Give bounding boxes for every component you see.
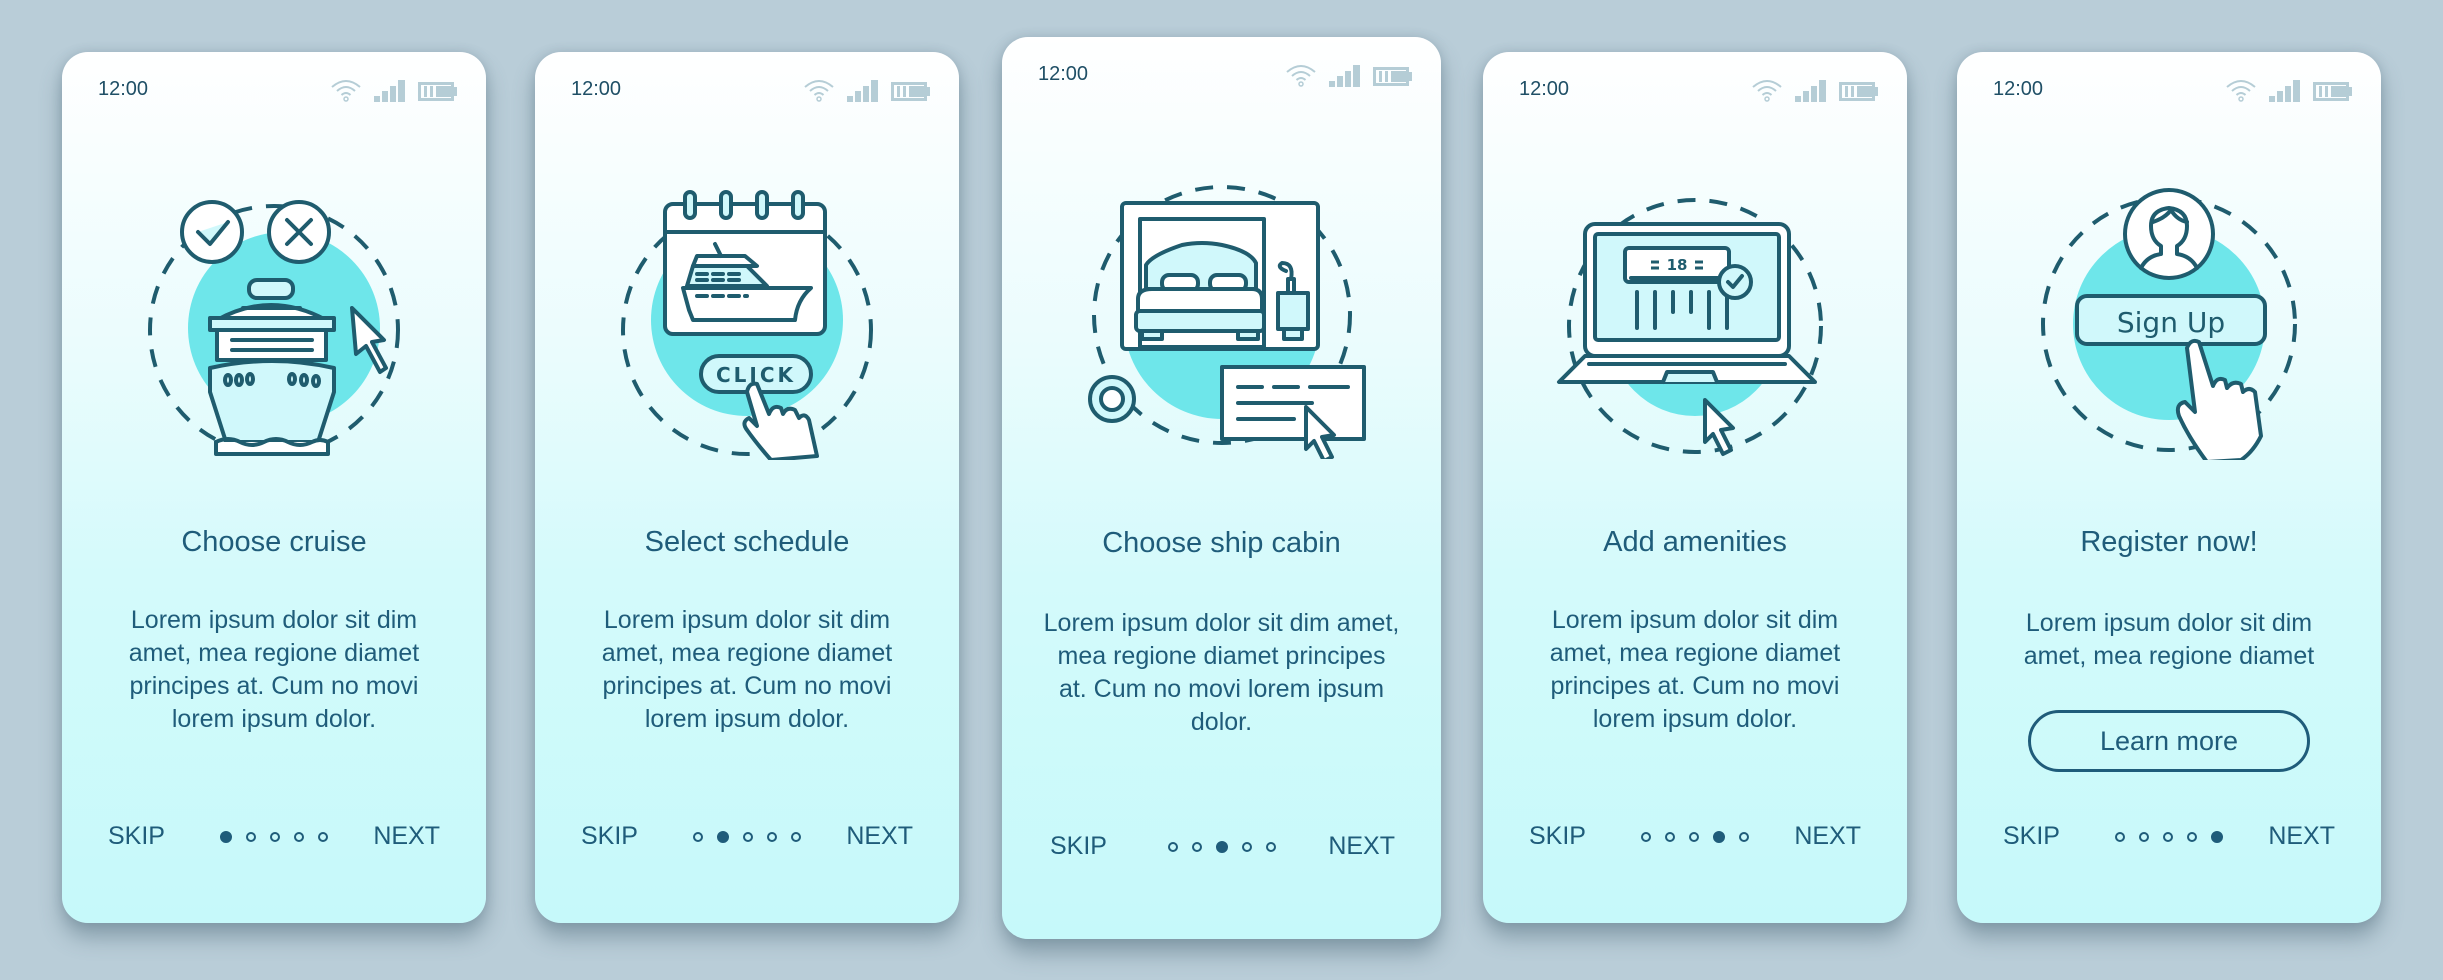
page-dot-1-active[interactable] [220, 831, 232, 843]
laptop-air-conditioner-icon: 18 [1557, 198, 1823, 456]
next-button[interactable]: NEXT [373, 822, 440, 851]
onboarding-footer: SKIP NEXT [1483, 818, 1907, 858]
page-dot-3[interactable] [1689, 832, 1699, 842]
battery-icon [1839, 82, 1878, 101]
status-bar: 12:00 [1993, 78, 2353, 102]
battery-icon [418, 82, 457, 101]
screen-description: Lorem ipsum dolor sit dim amet, mea regi… [128, 606, 420, 733]
screen-description: Lorem ipsum dolor sit dim amet, mea regi… [1549, 606, 1841, 733]
screen-description: Lorem ipsum dolor sit dim amet, mea regi… [601, 606, 893, 733]
learn-more-button[interactable]: Learn more [2028, 710, 2310, 772]
page-dot-2[interactable] [1191, 842, 1202, 852]
page-dot-3-active[interactable] [1215, 841, 1228, 853]
pagination-dots [1167, 841, 1276, 853]
battery-icon [891, 82, 930, 101]
onboarding-screen-4: 12:00 18 Add amenities Lorem ipsum dolor… [1483, 52, 1907, 923]
page-dot-2[interactable] [246, 832, 256, 842]
page-dot-3[interactable] [270, 832, 280, 842]
ship-cabin-bed-icon [1087, 185, 1366, 459]
page-dot-1[interactable] [693, 832, 703, 842]
page-dot-1[interactable] [1641, 832, 1651, 842]
wifi-icon [2226, 80, 2256, 102]
onboarding-screen-2: 12:00 CLICK Select schedule Lorem ipsum … [535, 52, 959, 923]
page-dot-4-active[interactable] [1713, 831, 1725, 843]
next-button[interactable]: NEXT [1794, 822, 1861, 851]
battery-icon [1373, 67, 1412, 86]
signal-icon [374, 80, 405, 102]
calendar-ship-click-icon: CLICK [621, 190, 873, 460]
sign-up-label: Sign Up [2117, 306, 2225, 339]
page-dot-4[interactable] [1241, 842, 1252, 852]
status-bar: 12:00 [571, 78, 931, 102]
pagination-dots [693, 831, 801, 843]
pagination-dots [2115, 831, 2223, 843]
wifi-icon [1752, 80, 1782, 102]
status-bar: 12:00 [1519, 78, 1879, 102]
screen-title: Select schedule [644, 526, 850, 558]
signal-icon [1795, 80, 1826, 102]
page-dot-1[interactable] [1167, 842, 1178, 852]
battery-icon [2313, 82, 2352, 101]
screen-description: Lorem ipsum dolor sit dim amet, mea regi… [2023, 609, 2315, 670]
onboarding-footer: SKIP NEXT [1957, 818, 2381, 858]
screen-title: Add amenities [1603, 526, 1787, 558]
page-dot-5[interactable] [1739, 832, 1749, 842]
wifi-icon [804, 80, 834, 102]
onboarding-screen-3: 12:00 Choose ship cabin Lorem ipsum dolo… [1002, 37, 1441, 939]
status-time: 12:00 [1038, 63, 1089, 85]
onboarding-footer: SKIP NEXT [1002, 828, 1441, 868]
page-dot-5[interactable] [1265, 842, 1276, 852]
page-dot-5[interactable] [791, 832, 801, 842]
skip-button[interactable]: SKIP [581, 822, 638, 851]
signal-icon [847, 80, 878, 102]
pagination-dots [1641, 831, 1749, 843]
status-time: 12:00 [1993, 78, 2044, 100]
status-time: 12:00 [98, 78, 149, 100]
onboarding-footer: SKIP NEXT [535, 818, 959, 858]
pagination-dots [220, 831, 328, 843]
screen-title: Register now! [2080, 526, 2258, 558]
wifi-icon [331, 80, 361, 102]
page-dot-3[interactable] [743, 832, 753, 842]
wifi-icon [1286, 65, 1316, 87]
onboarding-footer: SKIP NEXT [62, 818, 486, 858]
status-bar: 12:00 [98, 78, 458, 102]
page-dot-3[interactable] [2163, 832, 2173, 842]
screen-title: Choose ship cabin [1102, 527, 1341, 559]
skip-button[interactable]: SKIP [2003, 822, 2060, 851]
screen-description: Lorem ipsum dolor sit dim amet, mea regi… [1043, 609, 1400, 736]
page-dot-4[interactable] [767, 832, 777, 842]
temperature-label: 18 [1667, 256, 1688, 274]
status-time: 12:00 [1519, 78, 1570, 100]
page-dot-2-active[interactable] [717, 831, 729, 843]
next-button[interactable]: NEXT [846, 822, 913, 851]
screen-title: Choose cruise [181, 526, 367, 558]
page-dot-5[interactable] [318, 832, 328, 842]
next-button[interactable]: NEXT [2268, 822, 2335, 851]
page-dot-2[interactable] [1665, 832, 1675, 842]
skip-button[interactable]: SKIP [1529, 822, 1586, 851]
onboarding-screen-5: 12:00 Sign Up Register now! Lorem ipsum … [1957, 52, 2381, 923]
status-time: 12:00 [571, 78, 622, 100]
page-dot-5-active[interactable] [2211, 831, 2223, 843]
status-bar: 12:00 [1038, 63, 1413, 87]
cruise-ship-choice-icon [148, 200, 400, 456]
sign-up-user-icon: Sign Up [2041, 188, 2297, 460]
next-button[interactable]: NEXT [1328, 832, 1395, 861]
page-dot-4[interactable] [294, 832, 304, 842]
page-dot-2[interactable] [2139, 832, 2149, 842]
signal-icon [2269, 80, 2300, 102]
signal-icon [1329, 65, 1360, 87]
skip-button[interactable]: SKIP [108, 822, 165, 851]
onboarding-screen-1: 12:00 Choose cruise Lorem ipsum dolor si… [62, 52, 486, 923]
skip-button[interactable]: SKIP [1050, 832, 1107, 861]
page-dot-4[interactable] [2187, 832, 2197, 842]
page-dot-1[interactable] [2115, 832, 2125, 842]
